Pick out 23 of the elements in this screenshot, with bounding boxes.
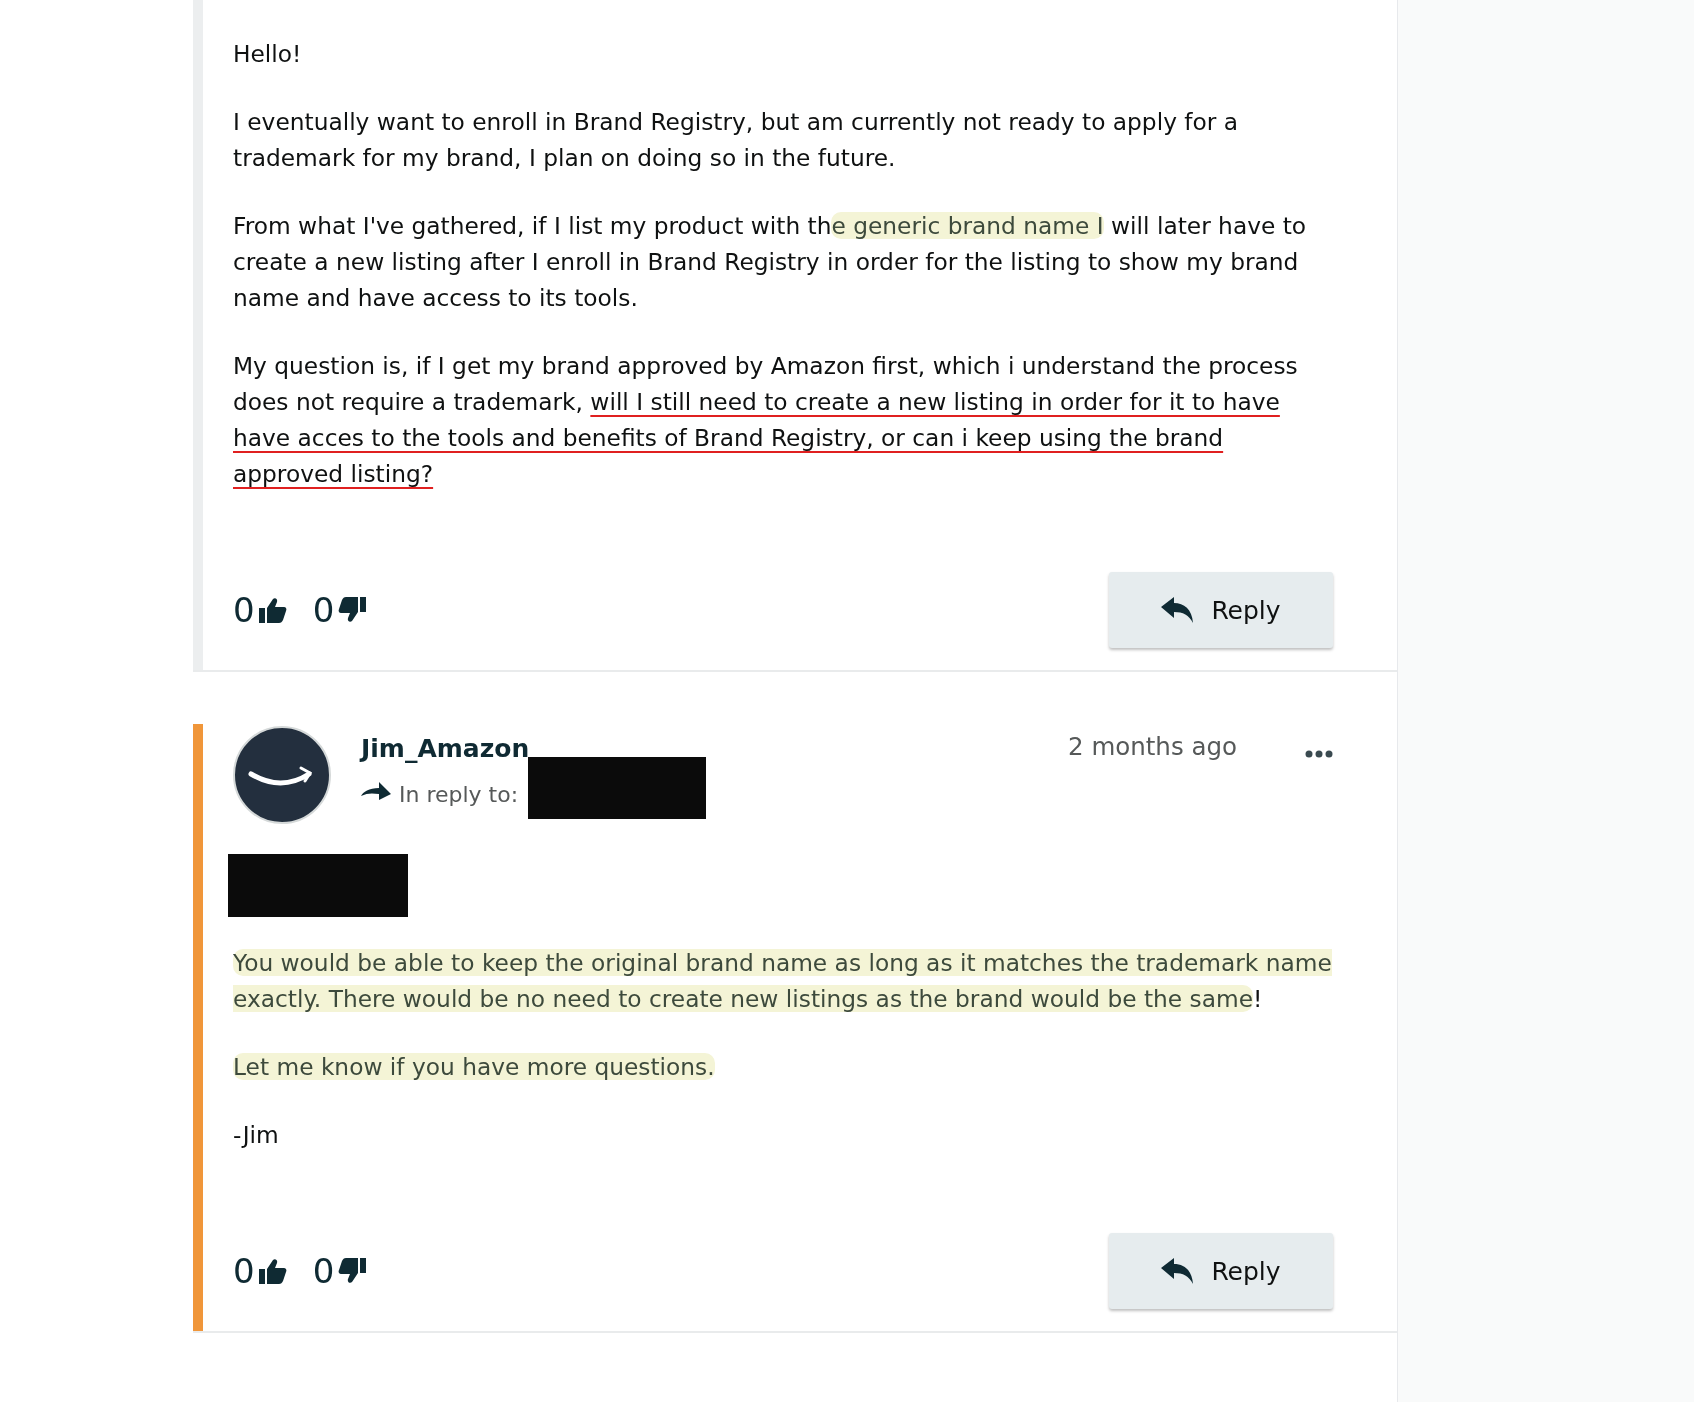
- reply-arrow-icon: [1161, 1258, 1194, 1284]
- reply-button[interactable]: Reply: [1109, 1233, 1333, 1309]
- reply-arrow-icon: [1161, 597, 1194, 623]
- reply-button[interactable]: Reply: [1109, 572, 1333, 648]
- downvote-count: 0: [312, 1251, 335, 1291]
- thumbs-down-icon[interactable]: [338, 597, 367, 623]
- upvote-count: 0: [233, 590, 255, 630]
- post-paragraph: You would be able to keep the original brand name as long as it matches the trademark name exactly. There would be no need to create new listings as the brand would be the same!: [233, 948, 1333, 1014]
- post-paragraph: Let me know if you have more questions.: [233, 1052, 716, 1082]
- thumbs-down-icon[interactable]: [338, 1258, 367, 1284]
- thumbs-up-icon[interactable]: [258, 597, 287, 623]
- in-reply-to-label: In reply to:: [399, 781, 519, 807]
- post-time: 2 months ago: [1068, 731, 1237, 761]
- post-paragraph: From what I've gathered, if I list my product with the generic brand name I will later have to create a new listing after I enroll in Brand Registry in order for the listing to show my brand name and have access to its tools.: [233, 211, 1308, 313]
- post-paragraph: I eventually want to enroll in Brand Registry, but am currently not ready to apply for a trademark for my brand, I plan on doing so in the future.: [233, 107, 1240, 173]
- post-paragraph: My question is, if I get my brand approved by Amazon first, which i understand the process does not require a trademark, will I still need to create a new listing in order for it to have have acces to the tools and benefits of Brand Registry, or can i keep using the brand approved listing?: [233, 351, 1299, 489]
- upvote-count: 0: [233, 1251, 255, 1291]
- post-paragraph: -Jim: [233, 1120, 280, 1150]
- downvote-count: 0: [312, 590, 335, 630]
- thumbs-up-icon[interactable]: [258, 1258, 287, 1284]
- author-name[interactable]: Jim_Amazon: [361, 734, 530, 763]
- more-options-icon[interactable]: [1305, 750, 1333, 758]
- post-paragraph: Hello!: [233, 39, 303, 69]
